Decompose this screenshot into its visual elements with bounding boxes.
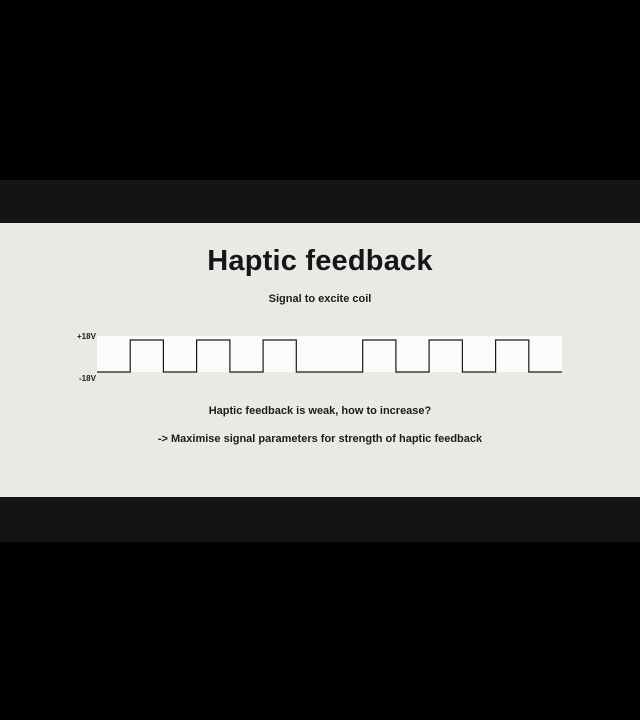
answer-text: -> Maximise signal parameters for streng… [157, 433, 483, 445]
waveform-band [97, 336, 562, 372]
low-voltage-label: -18V [79, 374, 97, 383]
square-wave-diagram: +18V -18V [77, 332, 562, 383]
high-voltage-label: +18V [77, 332, 97, 341]
question-text: Haptic feedback is weak, how to increase… [208, 405, 432, 417]
presentation-slide: Haptic feedback Signal to excite coil +1… [0, 223, 640, 497]
letterbox-band-top [0, 180, 640, 223]
letterbox-band-bottom [0, 497, 640, 542]
